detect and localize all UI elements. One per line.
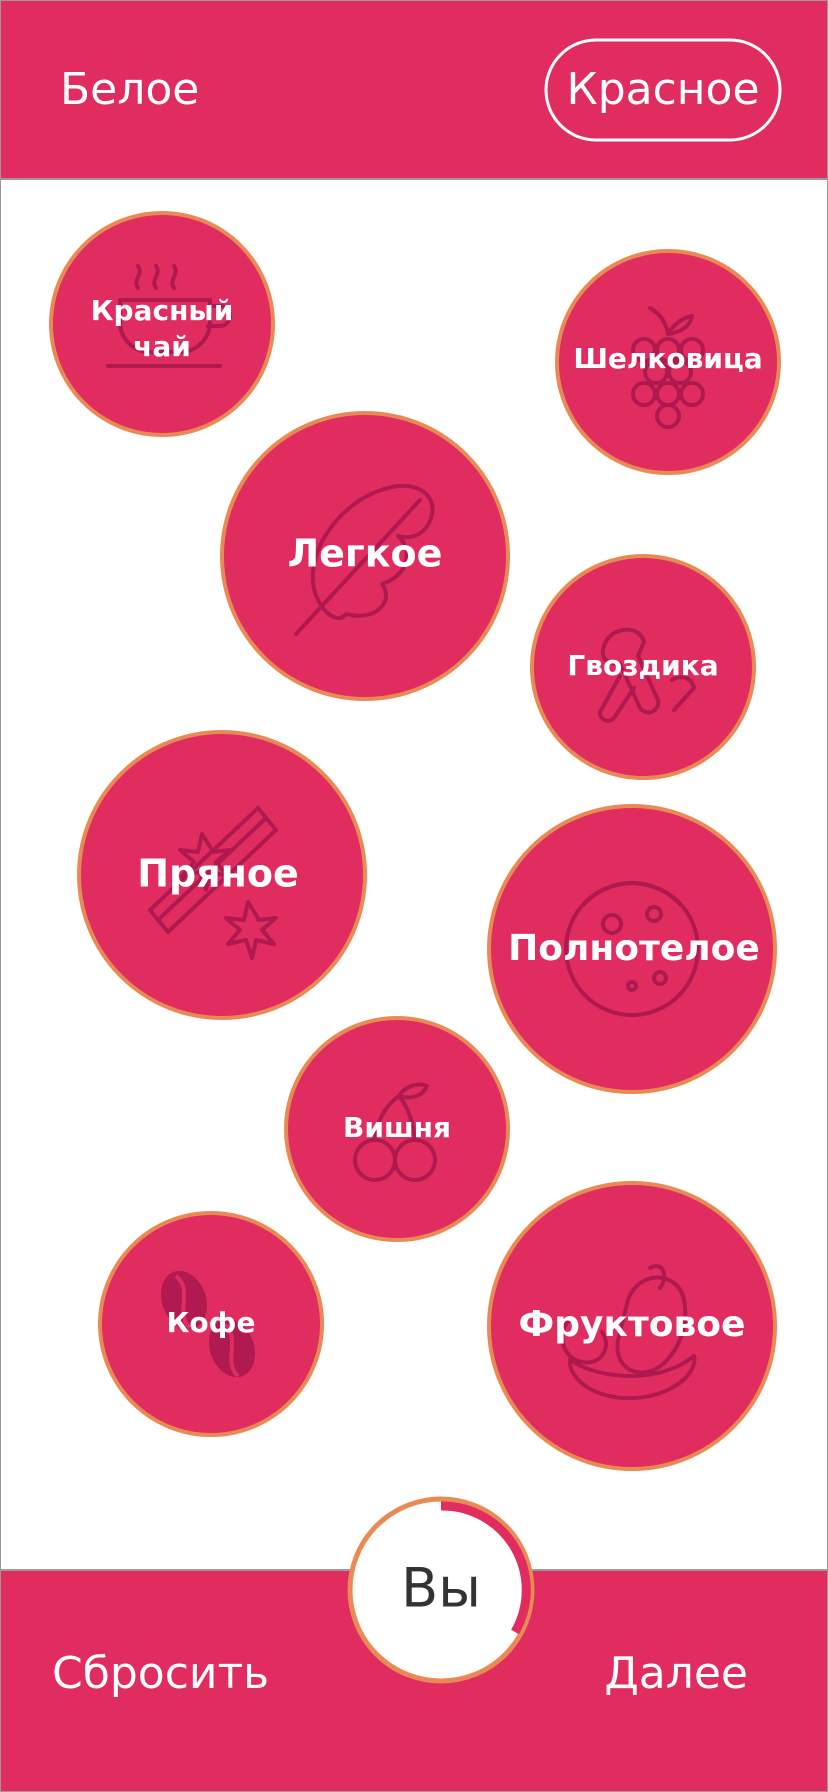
- bubble-cherry[interactable]: Вишня: [284, 1016, 510, 1242]
- bubble-clove-label: Гвоздика: [567, 649, 718, 682]
- tab-white[interactable]: Белое: [60, 64, 199, 115]
- bubble-mulberry[interactable]: Шелковица: [555, 249, 781, 475]
- reset-button[interactable]: Сбросить: [52, 1648, 269, 1699]
- bubble-light[interactable]: Легкое: [220, 411, 510, 701]
- bubble-red-tea[interactable]: Красный чай: [49, 211, 275, 437]
- you-label: Вы: [401, 1557, 481, 1620]
- bubble-red-tea-label-2: чай: [133, 330, 191, 363]
- bubble-spicy[interactable]: Пряное: [77, 730, 367, 1020]
- bubble-fruity-label: Фруктовое: [519, 1304, 746, 1345]
- bubble-coffee[interactable]: Кофе: [98, 1211, 324, 1437]
- bubble-light-label: Легкое: [288, 532, 443, 576]
- bubble-fruity[interactable]: Фруктовое: [487, 1181, 777, 1471]
- bubble-red-tea-label-1: Красный: [91, 294, 234, 327]
- app-canvas: Белое Красное Красный чай Шелковица Легк…: [0, 0, 828, 1792]
- bubble-coffee-label: Кофе: [167, 1306, 256, 1339]
- header-bar: Белое Красное: [0, 1, 828, 180]
- tab-red-label: Красное: [566, 64, 759, 115]
- bubble-clove[interactable]: Гвоздика: [530, 554, 756, 780]
- bubble-spicy-label: Пряное: [137, 852, 299, 896]
- bubble-cherry-label: Вишня: [343, 1111, 451, 1144]
- next-button[interactable]: Далее: [604, 1648, 748, 1699]
- bubble-full-bodied-label: Полнотелое: [508, 928, 760, 969]
- bubble-mulberry-label: Шелковица: [573, 342, 762, 375]
- bubble-full-bodied[interactable]: Полнотелое: [487, 804, 777, 1094]
- you-progress-circle[interactable]: Вы: [347, 1496, 535, 1684]
